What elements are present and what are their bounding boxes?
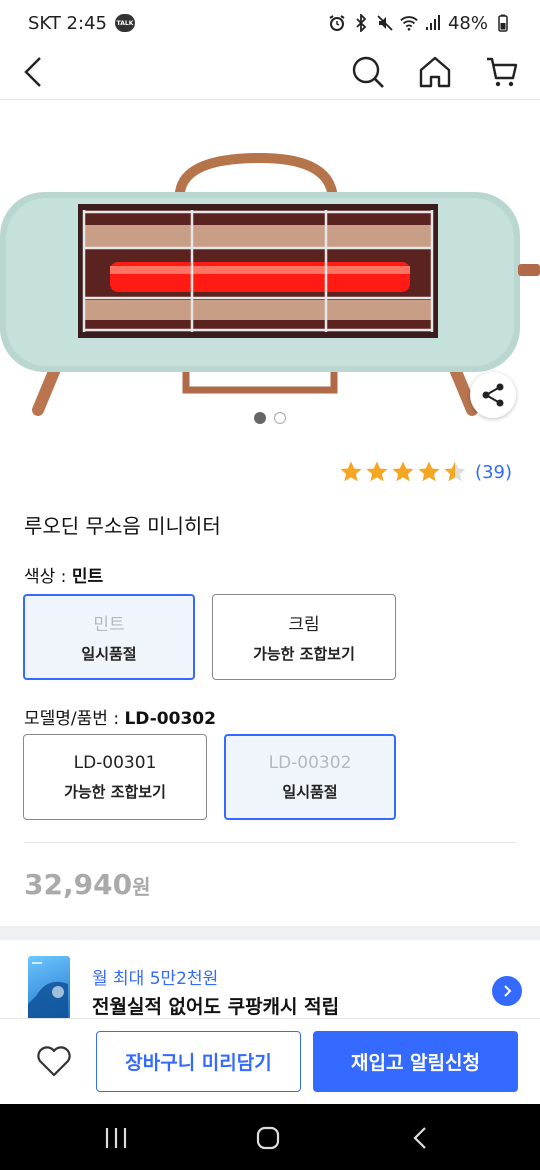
option-status: 가능한 조합보기	[64, 782, 166, 801]
price-amount: 32,940	[24, 868, 133, 901]
status-bar: SKT 2:45 TALK 48%	[0, 0, 540, 46]
star-full-icon	[340, 461, 362, 482]
color-option-caption: 색상 :	[24, 567, 72, 587]
divider	[24, 842, 516, 843]
gallery-pagination	[0, 412, 540, 424]
wifi-icon	[400, 14, 418, 32]
bluetooth-icon	[352, 14, 370, 32]
model-option-label: 모델명/품번 : LD-00302	[24, 704, 216, 729]
option-status: 가능한 조합보기	[253, 645, 355, 663]
option-name: LD-00302	[268, 752, 352, 773]
model-option-ld-00301[interactable]: LD-00301 가능한 조합보기	[23, 734, 207, 820]
home-icon[interactable]	[413, 50, 457, 94]
restock-alert-button[interactable]: 재입고 알림신청	[313, 1031, 518, 1092]
promo-subtitle: 월 최대 5만2천원	[92, 969, 219, 989]
star-full-icon	[366, 461, 388, 482]
rating[interactable]: (39)	[339, 460, 512, 484]
product-title: 루오딘 무소음 미니히터	[24, 514, 221, 538]
product-image[interactable]	[0, 100, 540, 420]
signal-icon	[424, 14, 442, 32]
top-nav	[0, 46, 540, 100]
chevron-right-icon[interactable]	[492, 976, 522, 1006]
option-name: LD-00301	[73, 752, 157, 773]
battery-percent: 48%	[447, 12, 488, 34]
card-promo-banner[interactable]: 월 최대 5만2천원 전월실적 없어도 쿠팡캐시 적립	[0, 940, 540, 1020]
option-status: 일시품절	[81, 645, 137, 663]
add-to-cart-preview-button[interactable]: 장바구니 미리담기	[96, 1031, 301, 1092]
recent-apps-icon[interactable]	[96, 1118, 136, 1158]
model-option-ld-00302[interactable]: LD-00302 일시품절	[224, 734, 396, 820]
bottom-action-bar: 장바구니 미리담기 재입고 알림신청	[0, 1018, 540, 1104]
mute-icon	[376, 14, 394, 32]
share-icon	[482, 383, 504, 407]
option-name: 크림	[288, 615, 320, 635]
section-separator	[0, 926, 540, 940]
back-icon[interactable]	[12, 50, 56, 94]
system-nav-bar	[0, 1104, 540, 1170]
battery-icon	[494, 14, 512, 32]
cart-icon[interactable]	[480, 50, 524, 94]
model-option-selected: LD-00302	[124, 709, 216, 729]
promo-title: 전월실적 없어도 쿠팡캐시 적립	[92, 996, 340, 1018]
wishlist-heart-icon[interactable]	[32, 1039, 76, 1083]
gallery-dot[interactable]	[254, 412, 266, 424]
carrier-time: SKT 2:45	[28, 12, 107, 34]
star-full-icon	[418, 461, 440, 482]
price-currency: 원	[132, 875, 151, 899]
gallery-dot[interactable]	[274, 412, 286, 424]
model-option-caption: 모델명/품번 :	[24, 709, 125, 729]
option-name: 민트	[93, 615, 125, 635]
color-option-selected: 민트	[71, 567, 104, 587]
home-button-icon[interactable]	[248, 1118, 288, 1158]
review-count-link[interactable]: (39)	[475, 462, 512, 483]
color-option-cream[interactable]: 크림 가능한 조합보기	[212, 594, 396, 680]
color-option-mint[interactable]: 민트 일시품절	[23, 594, 195, 680]
product-price: 32,940원	[24, 868, 150, 901]
search-icon[interactable]	[346, 50, 390, 94]
star-full-icon	[392, 461, 414, 482]
credit-card-image	[28, 956, 70, 1020]
heater-illustration	[0, 152, 540, 416]
color-option-label: 색상 : 민트	[24, 562, 103, 587]
talk-notification-icon: TALK	[114, 14, 135, 32]
system-back-icon[interactable]	[400, 1118, 440, 1158]
option-status: 일시품절	[282, 782, 338, 801]
alarm-icon	[328, 14, 346, 32]
star-half-icon	[444, 461, 466, 482]
